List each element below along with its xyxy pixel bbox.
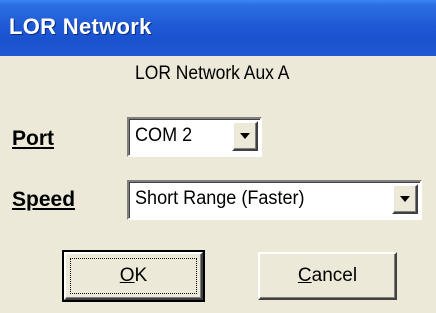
ok-button-label: OK <box>66 265 201 287</box>
cancel-mnemonic: C <box>297 265 312 286</box>
cancel-button[interactable]: Cancel <box>258 252 397 300</box>
ok-mnemonic: O <box>119 265 135 286</box>
cancel-label-rest: ancel <box>311 265 358 286</box>
port-value: COM 2 <box>135 125 193 146</box>
port-label: Port <box>12 127 54 150</box>
chevron-down-icon <box>400 196 410 202</box>
chevron-down-icon <box>240 133 250 139</box>
speed-dropdown-button[interactable] <box>392 184 418 214</box>
speed-value: Short Range (Faster) <box>135 188 305 209</box>
ok-button[interactable]: OK <box>62 250 205 302</box>
network-name-label: LOR Network Aux A <box>135 63 290 84</box>
cancel-button-label: Cancel <box>260 265 395 287</box>
port-select[interactable]: COM 2 <box>127 117 262 157</box>
port-dropdown-button[interactable] <box>232 121 258 151</box>
title-bar[interactable]: LOR Network <box>0 0 436 56</box>
window-title: LOR Network <box>9 14 152 39</box>
speed-select[interactable]: Short Range (Faster) <box>127 180 422 220</box>
speed-label: Speed <box>12 188 76 211</box>
dialog-window: LOR Network LOR Network Aux A Port COM 2… <box>0 0 436 313</box>
ok-label-rest: K <box>134 265 148 286</box>
